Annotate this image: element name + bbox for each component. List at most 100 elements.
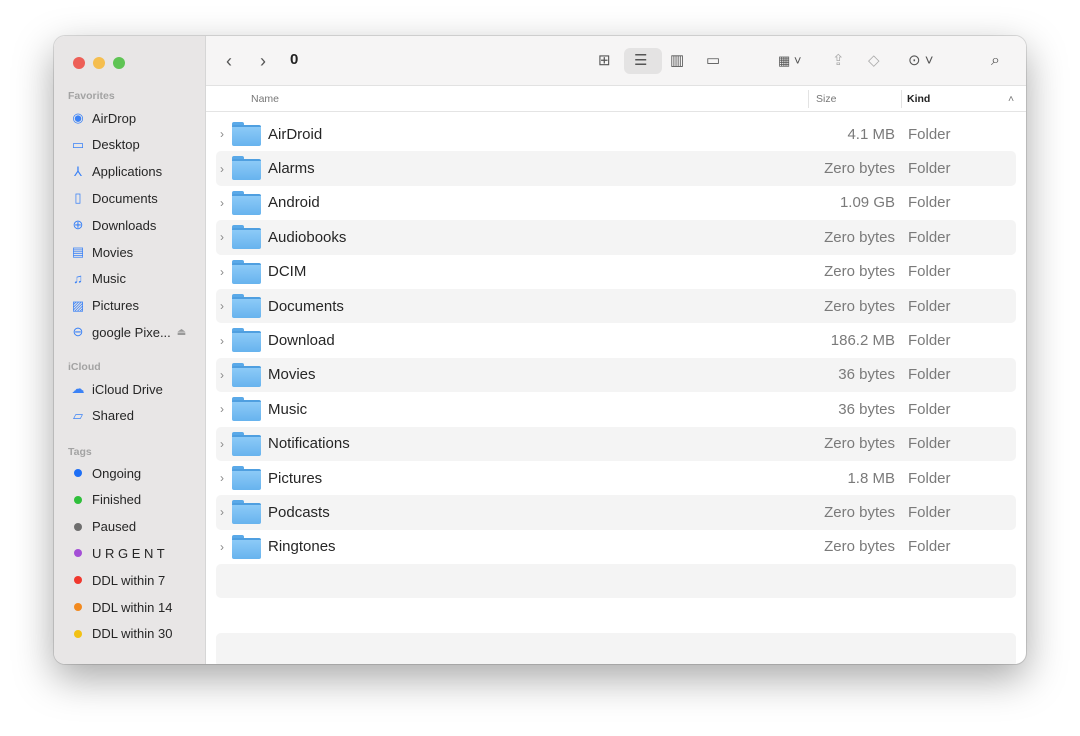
sidebar-item[interactable]: DDL within 7 bbox=[70, 569, 200, 591]
file-size: Zero bytes bbox=[824, 228, 895, 246]
file-size: Zero bytes bbox=[824, 435, 895, 453]
disclosure-chevron-icon[interactable]: › bbox=[220, 471, 224, 485]
sidebar-item[interactable]: DDL within 14 bbox=[70, 596, 200, 618]
folder-icon bbox=[232, 156, 261, 181]
sidebar: Favorites iCloud Tags ◉ AirDrop ▭ Desktop ⅄ A… bbox=[54, 36, 206, 664]
folder-icon bbox=[232, 362, 261, 387]
sidebar-item[interactable]: ▱ Shared bbox=[70, 405, 200, 427]
sidebar-item-label: Shared bbox=[92, 408, 134, 424]
sidebar-item-label: Finished bbox=[92, 492, 142, 508]
sidebar-item-label: U R G E N T bbox=[92, 545, 165, 561]
list-view-button[interactable]: ☰ bbox=[634, 49, 647, 73]
disclosure-chevron-icon[interactable]: › bbox=[220, 127, 224, 141]
empty-row bbox=[216, 564, 1016, 599]
favorites-heading: Favorites bbox=[68, 90, 115, 102]
file-name: Audiobooks bbox=[268, 228, 347, 246]
file-row[interactable]: › Pictures 1.8 MB Folder bbox=[216, 461, 1016, 495]
disclosure-chevron-icon[interactable]: › bbox=[220, 196, 224, 210]
disclosure-chevron-icon[interactable]: › bbox=[220, 540, 224, 554]
disclosure-chevron-icon[interactable]: › bbox=[220, 265, 224, 279]
file-row[interactable]: › Documents Zero bytes Folder bbox=[216, 288, 1016, 324]
forward-button[interactable]: › bbox=[260, 49, 266, 73]
file-size: 1.8 MB bbox=[847, 469, 895, 487]
file-kind: Folder bbox=[908, 228, 951, 246]
minimize-button[interactable] bbox=[93, 57, 105, 69]
file-row[interactable]: › Ringtones Zero bytes Folder bbox=[216, 530, 1016, 564]
file-size: 4.1 MB bbox=[847, 125, 895, 143]
sidebar-item[interactable]: ⅄ Applications bbox=[70, 161, 200, 183]
share-icon[interactable]: ⇪ bbox=[832, 49, 845, 73]
disclosure-chevron-icon[interactable]: › bbox=[220, 402, 224, 416]
file-row[interactable]: › Podcasts Zero bytes Folder bbox=[216, 495, 1016, 530]
sidebar-item[interactable]: Ongoing bbox=[70, 462, 200, 484]
file-size: Zero bytes bbox=[824, 503, 895, 521]
photo-icon: ▨ bbox=[71, 297, 85, 313]
tag-icon[interactable]: ◇ bbox=[868, 49, 880, 73]
sidebar-item[interactable]: U R G E N T bbox=[70, 542, 200, 564]
file-row[interactable]: › Movies 36 bytes Folder bbox=[216, 357, 1016, 393]
eject-icon[interactable]: ⏏ bbox=[177, 327, 186, 338]
icon-view-button[interactable]: ⊞ bbox=[598, 49, 611, 73]
sidebar-item[interactable]: ☁ iCloud Drive bbox=[70, 378, 200, 400]
file-row[interactable]: › Music 36 bytes Folder bbox=[216, 392, 1016, 426]
sidebar-item[interactable]: ⊕ Downloads bbox=[70, 214, 200, 236]
column-kind[interactable]: Kind bbox=[907, 93, 930, 105]
sidebar-item[interactable]: ▨ Pictures bbox=[70, 295, 200, 317]
window-title: 0 bbox=[290, 51, 299, 68]
file-row[interactable]: › Android 1.09 GB Folder bbox=[216, 186, 1016, 220]
back-button[interactable]: ‹ bbox=[226, 49, 232, 73]
sidebar-item-label: Applications bbox=[92, 164, 163, 180]
column-header: Name Size Kind ˄ bbox=[206, 86, 1026, 112]
file-row[interactable]: › DCIM Zero bytes Folder bbox=[216, 255, 1016, 289]
file-row[interactable]: › Download 186.2 MB Folder bbox=[216, 323, 1016, 357]
group-button[interactable]: ▦ ˅ bbox=[778, 49, 802, 73]
sidebar-item[interactable]: ▭ Desktop bbox=[70, 134, 200, 156]
tag-dot-icon bbox=[74, 629, 82, 638]
disclosure-chevron-icon[interactable]: › bbox=[220, 299, 224, 313]
drive-icon: ⊖ bbox=[72, 324, 84, 340]
sidebar-item[interactable]: Finished bbox=[70, 489, 200, 511]
file-row[interactable]: › AirDroid 4.1 MB Folder bbox=[216, 117, 1016, 151]
sidebar-item[interactable]: ▤ Movies bbox=[70, 241, 200, 263]
sidebar-item[interactable]: Paused bbox=[70, 516, 200, 538]
sidebar-item[interactable]: ⊖ google Pixe... ⏏ bbox=[70, 321, 200, 343]
disclosure-chevron-icon[interactable]: › bbox=[220, 162, 224, 176]
file-name: Music bbox=[268, 400, 308, 418]
sidebar-item-label: Documents bbox=[92, 190, 158, 206]
folder-icon bbox=[232, 225, 261, 250]
sidebar-item[interactable]: ▯ Documents bbox=[70, 187, 200, 209]
disclosure-chevron-icon[interactable]: › bbox=[220, 230, 224, 244]
tag-dot-icon bbox=[74, 522, 82, 531]
folder-icon bbox=[232, 293, 261, 318]
gallery-view-button[interactable]: ▭ bbox=[706, 49, 720, 73]
sort-ascending-icon[interactable]: ˄ bbox=[1008, 93, 1014, 105]
file-size: Zero bytes bbox=[824, 538, 895, 556]
file-row[interactable]: › Alarms Zero bytes Folder bbox=[216, 151, 1016, 186]
applications-icon: ⅄ bbox=[74, 163, 82, 179]
sidebar-item[interactable]: ◉ AirDrop bbox=[70, 107, 200, 129]
file-kind: Folder bbox=[908, 263, 951, 281]
file-row[interactable]: › Notifications Zero bytes Folder bbox=[216, 426, 1016, 461]
file-kind: Folder bbox=[908, 435, 951, 453]
sidebar-item[interactable]: ♫ Music bbox=[70, 268, 200, 290]
sidebar-item-label: iCloud Drive bbox=[92, 381, 163, 397]
folder-icon bbox=[232, 328, 261, 353]
disclosure-chevron-icon[interactable]: › bbox=[220, 334, 224, 348]
file-kind: Folder bbox=[908, 469, 951, 487]
column-name[interactable]: Name bbox=[251, 93, 279, 105]
disclosure-chevron-icon[interactable]: › bbox=[220, 368, 224, 382]
close-button[interactable] bbox=[73, 57, 85, 69]
window-controls bbox=[73, 57, 125, 69]
column-size[interactable]: Size bbox=[816, 93, 836, 105]
column-view-button[interactable]: ▥ bbox=[670, 49, 684, 73]
file-row[interactable]: › Audiobooks Zero bytes Folder bbox=[216, 220, 1016, 255]
disclosure-chevron-icon[interactable]: › bbox=[220, 505, 224, 519]
file-name: Documents bbox=[268, 297, 344, 315]
more-actions-button[interactable]: ⊙ ˅ bbox=[908, 49, 934, 73]
zoom-button[interactable] bbox=[113, 57, 125, 69]
search-icon[interactable]: ⌕ bbox=[991, 49, 1000, 73]
disclosure-chevron-icon[interactable]: › bbox=[220, 437, 224, 451]
sidebar-item[interactable]: DDL within 30 bbox=[70, 623, 200, 645]
desktop-icon: ▭ bbox=[71, 136, 85, 152]
finder-window: Favorites iCloud Tags ◉ AirDrop ▭ Desktop ⅄ A… bbox=[54, 36, 1026, 664]
